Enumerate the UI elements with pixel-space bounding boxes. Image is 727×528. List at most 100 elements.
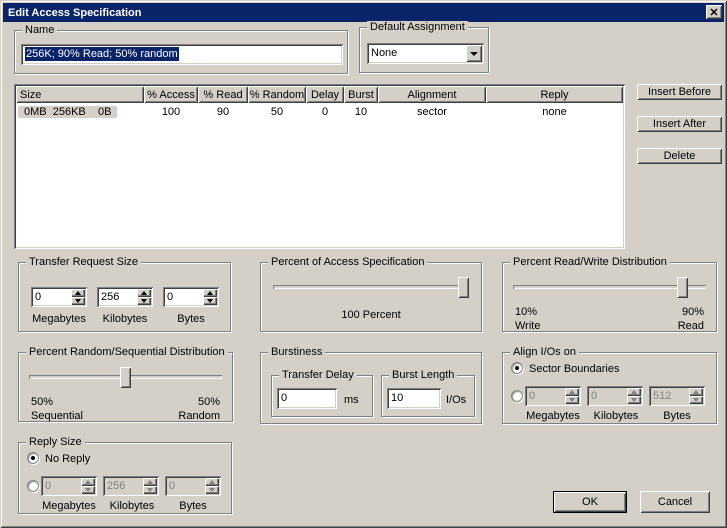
bytes-unit-label: Bytes [157, 313, 225, 325]
percent-access-label: Percent of Access Specification [268, 256, 427, 268]
name-input-selected-text: 256K; 90% Read; 50% random [25, 47, 179, 61]
align-ios-group: Align I/Os on Sector Boundaries 0 0 512 … [502, 352, 717, 424]
dropdown-button[interactable] [466, 45, 482, 62]
close-icon [710, 8, 718, 16]
read-write-slider[interactable] [513, 277, 706, 298]
spin-up-button[interactable] [203, 289, 217, 297]
sequential-percent-label: 50%Sequential [31, 395, 83, 423]
burstiness-group: Burstiness Transfer Delay 0 ms Burst Len… [260, 352, 482, 424]
close-button[interactable] [706, 5, 722, 19]
spin-up-button[interactable] [71, 289, 85, 297]
spin-up-button [627, 388, 641, 396]
delete-label: Delete [664, 150, 696, 162]
table-row[interactable]: 0MB 256KB 0B 100 90 50 0 10 sector none [16, 103, 623, 120]
spin-down-button [565, 396, 579, 404]
align-kilobytes-value: 0 [589, 388, 627, 404]
align-bytes-value: 512 [651, 388, 689, 404]
burst-length-input[interactable]: 10 [387, 388, 441, 409]
trs-megabytes-value[interactable]: 0 [33, 289, 71, 305]
percent-access-slider[interactable] [273, 277, 469, 298]
spin-up-icon [141, 291, 147, 295]
edit-access-specification-dialog: Edit Access Specification Name 256K; 90%… [0, 0, 727, 528]
random-sequential-slider[interactable] [29, 367, 222, 388]
slider-track[interactable] [273, 285, 469, 289]
column-header-read[interactable]: % Read [198, 86, 248, 103]
ok-button[interactable]: OK [553, 491, 627, 513]
spin-up-button [205, 478, 219, 486]
custom-alignment-radio[interactable] [511, 390, 523, 402]
read-write-distribution-label: Percent Read/Write Distribution [510, 256, 670, 268]
bytes-unit-label: Bytes [651, 410, 703, 422]
name-group-label: Name [22, 24, 57, 36]
spin-up-button [81, 478, 95, 486]
chevron-down-icon [470, 52, 478, 56]
column-header-random[interactable]: % Random [248, 86, 306, 103]
cell-reply: none [486, 106, 623, 118]
trs-bytes-value[interactable]: 0 [165, 289, 203, 305]
random-sequential-group: Percent Random/Sequential Distribution 5… [18, 352, 233, 422]
trs-kilobytes-value[interactable]: 256 [99, 289, 137, 305]
burstiness-label: Burstiness [268, 346, 325, 358]
custom-reply-radio[interactable] [27, 480, 39, 492]
spin-down-button [143, 486, 157, 494]
access-spec-table[interactable]: Size % Access % Read % Random Delay Burs… [14, 84, 625, 249]
kilobytes-unit-label: Kilobytes [89, 313, 161, 325]
read-write-distribution-group: Percent Read/Write Distribution 10%Write… [502, 262, 717, 332]
align-bytes-spinner: 512 [649, 386, 705, 406]
insert-before-button[interactable]: Insert Before [637, 84, 722, 100]
spin-down-icon [693, 398, 699, 402]
bytes-unit-label: Bytes [167, 500, 219, 512]
default-assignment-select[interactable]: None [367, 43, 484, 64]
spin-down-button [81, 486, 95, 494]
table-header-row: Size % Access % Read % Random Delay Burs… [16, 86, 623, 103]
spin-up-button[interactable] [137, 289, 151, 297]
spin-up-button [689, 388, 703, 396]
burst-length-group: Burst Length 10 I/Os [381, 375, 475, 417]
slider-thumb[interactable] [120, 367, 131, 388]
sector-boundaries-option: Sector Boundaries [529, 363, 620, 375]
spin-down-icon [209, 488, 215, 492]
burst-length-label: Burst Length [389, 369, 457, 381]
burst-length-unit: I/Os [446, 394, 466, 406]
cell-burst: 10 [344, 106, 378, 118]
column-header-burst[interactable]: Burst [344, 86, 378, 103]
random-percent-label: 50%Random [178, 395, 220, 423]
spin-down-button[interactable] [203, 297, 217, 305]
kilobytes-unit-label: Kilobytes [585, 410, 647, 422]
align-megabytes-spinner: 0 [525, 386, 581, 406]
transfer-request-size-group: Transfer Request Size 0 256 0 Megabytes … [18, 262, 231, 332]
spin-down-button [627, 396, 641, 404]
trs-bytes-spinner[interactable]: 0 [163, 287, 219, 307]
column-header-size[interactable]: Size [16, 86, 144, 103]
transfer-delay-unit: ms [344, 394, 359, 406]
transfer-delay-group: Transfer Delay 0 ms [271, 375, 373, 417]
column-header-alignment[interactable]: Alignment [378, 86, 486, 103]
delete-button[interactable]: Delete [637, 148, 722, 164]
trs-kilobytes-spinner[interactable]: 256 [97, 287, 153, 307]
reply-megabytes-spinner: 0 [41, 476, 97, 496]
spin-up-icon [209, 480, 215, 484]
spin-down-icon [631, 398, 637, 402]
column-header-delay[interactable]: Delay [306, 86, 344, 103]
title-bar[interactable]: Edit Access Specification [3, 3, 724, 22]
slider-thumb[interactable] [458, 277, 469, 298]
spin-down-icon [75, 299, 81, 303]
column-header-reply[interactable]: Reply [486, 86, 623, 103]
default-assignment-label: Default Assignment [367, 21, 468, 33]
align-megabytes-value: 0 [527, 388, 565, 404]
spin-down-button[interactable] [137, 297, 151, 305]
reply-size-label: Reply Size [26, 436, 85, 448]
insert-after-button[interactable]: Insert After [637, 116, 722, 132]
slider-thumb[interactable] [677, 277, 688, 298]
column-header-access[interactable]: % Access [144, 86, 198, 103]
align-ios-label: Align I/Os on [510, 346, 579, 358]
spin-down-button[interactable] [71, 297, 85, 305]
spin-up-icon [631, 390, 637, 394]
trs-megabytes-spinner[interactable]: 0 [31, 287, 87, 307]
spin-up-button [565, 388, 579, 396]
no-reply-radio[interactable] [27, 452, 39, 464]
cancel-button[interactable]: Cancel [640, 491, 710, 513]
sector-boundaries-radio[interactable] [511, 362, 523, 374]
transfer-delay-input[interactable]: 0 [277, 388, 337, 409]
name-input[interactable]: 256K; 90% Read; 50% random [21, 44, 343, 65]
